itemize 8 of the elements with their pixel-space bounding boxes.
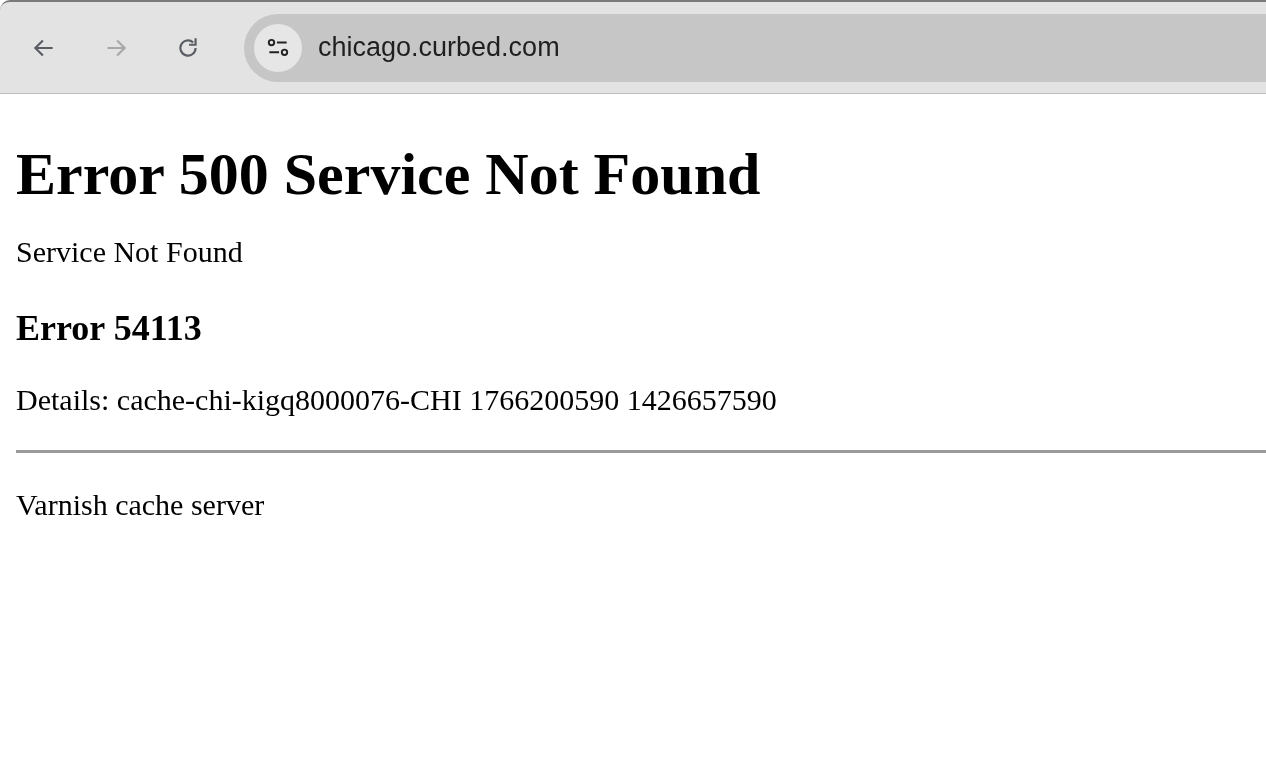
url-text: chicago.curbed.com <box>318 32 560 63</box>
page-heading: Error 500 Service Not Found <box>16 140 762 209</box>
error-code: Error 54113 <box>16 307 203 350</box>
server-footer: Varnish cache server <box>16 487 1250 523</box>
error-message: Service Not Found <box>16 234 244 270</box>
address-bar[interactable]: chicago.curbed.com <box>244 13 1266 82</box>
site-settings-button[interactable] <box>254 23 302 72</box>
error-details: Details: cache-chi-kigq8000076-CHI 1766200590 1426657590 <box>16 382 778 418</box>
